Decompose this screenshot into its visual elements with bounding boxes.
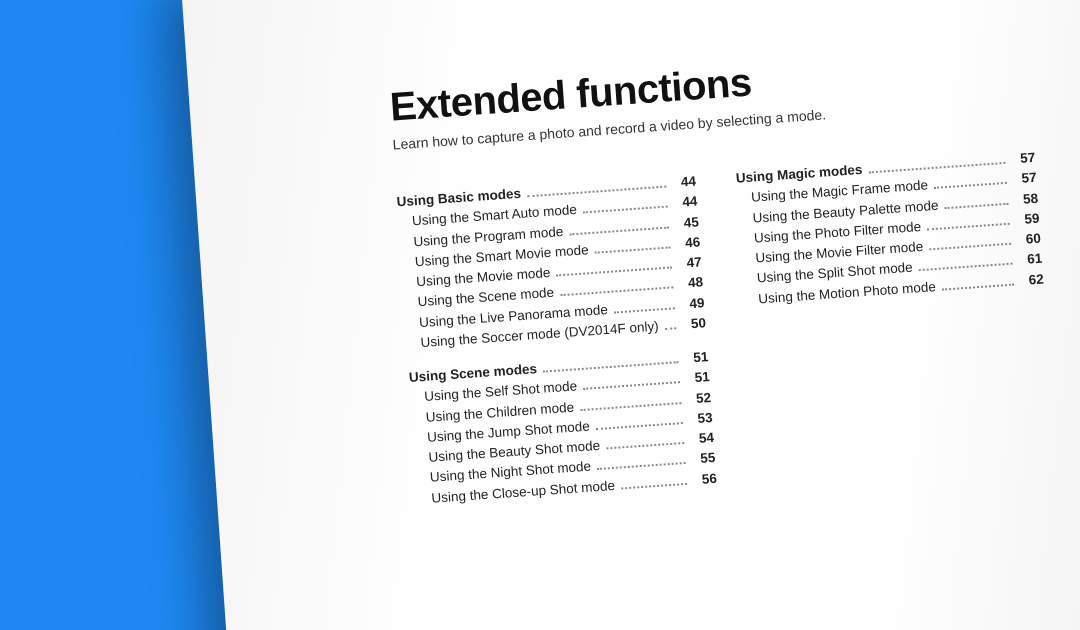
toc-leader-dots [597, 462, 686, 470]
toc-page-number: 47 [677, 252, 702, 274]
toc-leader-dots [595, 246, 671, 253]
toc-section: Using Magic modes57Using the Magic Frame… [735, 148, 1044, 310]
toc-page-number: 51 [684, 347, 709, 369]
toc-columns: Using Basic modes44Using the Smart Auto … [396, 145, 1080, 523]
toc-page-number: 56 [692, 468, 717, 490]
toc-leader-dots [583, 381, 680, 390]
toc-leader-dots [942, 283, 1014, 290]
toc-leader-dots [569, 226, 669, 235]
toc-page-number: 62 [1019, 269, 1044, 291]
toc-leader-dots [614, 307, 675, 313]
toc-page-number: 52 [686, 388, 711, 410]
toc-page-number: 58 [1013, 188, 1038, 210]
toc-page-number: 50 [681, 313, 706, 335]
toc-section: Using Scene modes51Using the Self Shot m… [408, 347, 717, 509]
toc-page-number: 51 [685, 367, 710, 389]
toc-page-number: 61 [1018, 249, 1043, 271]
toc-leader-dots [665, 327, 676, 330]
toc-page-number: 46 [676, 232, 701, 254]
toc-leader-dots [596, 422, 683, 430]
toc-page-number: 48 [678, 273, 703, 295]
toc-leader-dots [945, 202, 1009, 208]
toc-column: Using Basic modes44Using the Smart Auto … [396, 172, 718, 524]
toc-leader-dots [934, 182, 1007, 189]
toc-leader-dots [929, 243, 1011, 251]
toc-leader-dots [583, 206, 668, 214]
toc-leader-dots [927, 222, 1010, 230]
toc-page-number: 55 [691, 448, 716, 470]
toc-section: Using Basic modes44Using the Smart Auto … [396, 172, 707, 355]
toc-page-number: 57 [1012, 168, 1037, 190]
toc-page-number: 45 [674, 212, 699, 234]
toc-column: Using Magic modes57Using the Magic Frame… [735, 148, 1057, 500]
toc-leader-dots [919, 263, 1013, 272]
toc-page-number: 59 [1015, 208, 1040, 230]
document-page: Extended functions Learn how to capture … [180, 0, 1080, 630]
toc-leader-dots [580, 402, 681, 411]
toc-page-number: 57 [1011, 148, 1036, 170]
toc-page-number: 44 [671, 172, 696, 194]
toc-page-number: 53 [688, 408, 713, 430]
toc-page-number: 44 [673, 192, 698, 214]
background: Extended functions Learn how to capture … [0, 0, 1080, 630]
toc-leader-dots [621, 482, 687, 489]
toc-leader-dots [606, 442, 684, 449]
toc-page-number: 49 [680, 293, 705, 315]
toc-page-number: 60 [1016, 229, 1041, 251]
toc-page-number: 54 [689, 428, 714, 450]
